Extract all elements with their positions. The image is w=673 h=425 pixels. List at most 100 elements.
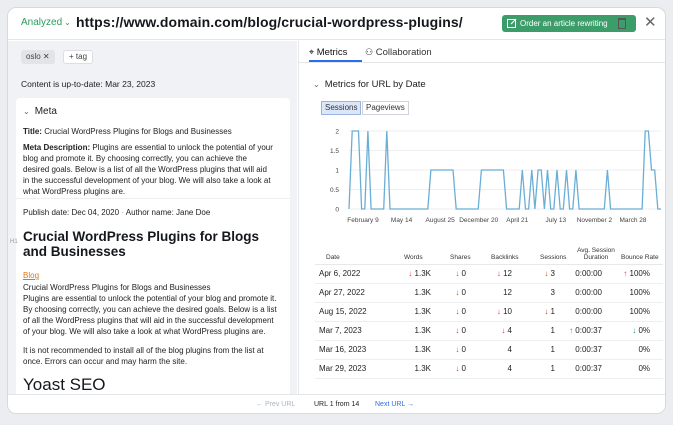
paragraph-line: By choosing correctly, you can achieve t… bbox=[23, 305, 277, 314]
x-tick-label: July 13 bbox=[546, 217, 567, 224]
blog-link[interactable]: Blog bbox=[23, 271, 283, 280]
pageviews-toggle[interactable]: Pageviews bbox=[362, 101, 409, 115]
row-words: 1.3K bbox=[415, 307, 431, 316]
meta-heading: Meta bbox=[34, 106, 57, 117]
meta-desc-label: Meta Description: bbox=[23, 143, 91, 152]
row-date: Mar 7, 2023 bbox=[319, 326, 362, 335]
row-words-value: 1.3K bbox=[414, 288, 431, 297]
row-sessions: ↓ 3 bbox=[544, 269, 555, 278]
article-h2: Yoast SEO bbox=[23, 375, 106, 394]
panel-tabs: ⌖ Metrics ⚇ Collaboration bbox=[299, 41, 665, 63]
row-bounce: 0% bbox=[638, 345, 650, 354]
row-shares: ↓ 0 bbox=[455, 345, 466, 354]
row-backlinks: ↓ 10 bbox=[497, 307, 512, 316]
add-tag-button[interactable]: + tag bbox=[63, 50, 94, 64]
meta-desc-line: Plugins are essential to unlock the pote… bbox=[92, 143, 273, 152]
content-panel: oslo ✕ + tag Content is up-to-date: Mar … bbox=[8, 41, 297, 394]
close-icon[interactable]: ✕ bbox=[644, 15, 657, 30]
article-content: Publish date: Dec 04, 2020 · Author name… bbox=[10, 198, 290, 394]
meta-desc-line: desired goals. Below is a list of all th… bbox=[23, 165, 267, 174]
row-duration-value: 0:00:00 bbox=[575, 269, 602, 278]
tab-collaboration[interactable]: ⚇ Collaboration bbox=[365, 47, 432, 58]
sessions-toggle[interactable]: Sessions bbox=[321, 101, 362, 115]
row-sessions: 1 bbox=[551, 345, 555, 354]
row-words-value: 1.3K bbox=[414, 345, 431, 354]
row-bounce: 0% bbox=[638, 364, 650, 373]
remove-tag-icon[interactable]: ✕ bbox=[43, 52, 50, 61]
row-shares-value: 0 bbox=[461, 345, 466, 354]
row-duration-value: 0:00:37 bbox=[575, 345, 602, 354]
row-duration: ↑ 0:00:37 bbox=[569, 326, 602, 335]
metrics-panel: ⌖ Metrics ⚇ Collaboration ⌄ Metrics for U… bbox=[298, 41, 665, 394]
tab-metrics[interactable]: ⌖ Metrics bbox=[309, 47, 347, 58]
row-date: Mar 29, 2023 bbox=[319, 364, 367, 373]
tab-metrics-label: Metrics bbox=[316, 47, 348, 58]
col-words[interactable]: Words bbox=[404, 254, 423, 261]
row-bounce: ↑ 100% bbox=[623, 269, 650, 278]
meta-toggle[interactable]: ⌄ Meta bbox=[23, 106, 283, 117]
row-words: 1.3K bbox=[415, 288, 431, 297]
row-words: 1.3K bbox=[415, 364, 431, 373]
row-bounce-value: 0% bbox=[638, 364, 650, 373]
row-duration: 0:00:00 bbox=[575, 288, 602, 297]
table-body: Apr 6, 2022 ↓ 1.3K ↓ 0 ↓ 12 ↓ 3 0:00:00 ↑ 100%… bbox=[315, 265, 663, 379]
url-analysis-window: Analyzed ⌄ https://www.domain.com/blog/cr… bbox=[7, 7, 666, 414]
order-button-label: Order an article rewriting bbox=[520, 19, 608, 28]
y-tick-label: 0.5 bbox=[330, 187, 339, 194]
row-bounce-value: 0% bbox=[638, 345, 650, 354]
row-backlinks: ↓ 4 bbox=[501, 326, 512, 335]
row-bounce-value: 100% bbox=[629, 269, 650, 278]
row-sessions-value: 1 bbox=[550, 364, 555, 373]
row-backlinks: 12 bbox=[503, 288, 512, 297]
row-date: Apr 27, 2022 bbox=[319, 288, 365, 297]
status-dropdown[interactable]: Analyzed ⌄ bbox=[21, 17, 71, 28]
prev-url-button[interactable]: ← Prev URL bbox=[256, 401, 295, 408]
row-shares: ↓ 0 bbox=[455, 326, 466, 335]
tag-chip[interactable]: oslo ✕ bbox=[21, 50, 55, 64]
row-backlinks: ↓ 12 bbox=[497, 269, 512, 278]
col-backlinks[interactable]: Backlinks bbox=[491, 254, 518, 261]
col-bounce-rate[interactable]: Bounce Rate bbox=[621, 254, 659, 261]
row-bounce: ↓ 0% bbox=[632, 326, 650, 335]
metrics-section-toggle[interactable]: ⌄ Metrics for URL by Date bbox=[313, 79, 426, 90]
x-tick-label: February 9 bbox=[347, 217, 379, 224]
metrics-table: Date Words Shares Backlinks Sessions Avg… bbox=[315, 247, 663, 379]
row-sessions-value: 1 bbox=[550, 307, 555, 316]
x-tick-label: December 20 bbox=[459, 217, 498, 224]
y-tick-label: 1.5 bbox=[330, 148, 339, 155]
row-duration: 0:00:37 bbox=[575, 345, 602, 354]
h1-marker: H1 bbox=[10, 239, 18, 245]
row-backlinks-value: 10 bbox=[503, 307, 512, 316]
delete-icon[interactable] bbox=[618, 18, 626, 29]
paragraph-line: Plugins are essential to unlock the pote… bbox=[23, 294, 277, 303]
row-date: Mar 16, 2023 bbox=[319, 345, 367, 354]
paragraph-line: of your blog. We will also take a look a… bbox=[23, 327, 266, 336]
row-duration-value: 0:00:00 bbox=[575, 288, 602, 297]
order-rewriting-button[interactable]: Order an article rewriting bbox=[502, 15, 636, 32]
content-status-label: Content is up-to-date: bbox=[21, 79, 103, 89]
col-shares[interactable]: Shares bbox=[450, 254, 471, 261]
pager: ← Prev URL URL 1 from 14 Next URL → bbox=[8, 394, 665, 413]
paragraph-line: of all the WordPress plugins that will a… bbox=[23, 316, 274, 325]
row-sessions-value: 1 bbox=[550, 326, 555, 335]
row-words: 1.3K bbox=[415, 345, 431, 354]
table-row: Apr 6, 2022 ↓ 1.3K ↓ 0 ↓ 12 ↓ 3 0:00:00 ↑ 100% bbox=[315, 265, 663, 284]
y-tick-label: 0 bbox=[335, 207, 339, 214]
meta-title-label: Title: bbox=[23, 127, 42, 136]
col-avg-duration[interactable]: Avg. Session Duration bbox=[576, 247, 616, 261]
col-date[interactable]: Date bbox=[326, 254, 340, 261]
row-shares-value: 0 bbox=[461, 307, 466, 316]
meta-section: ⌄ Meta Title: Crucial WordPress Plugins f… bbox=[16, 98, 290, 200]
row-backlinks: 4 bbox=[508, 364, 512, 373]
row-backlinks-value: 12 bbox=[503, 269, 512, 278]
paragraph-line: once. Errors can occur and may harm the … bbox=[23, 357, 188, 366]
row-backlinks-value: 4 bbox=[507, 364, 512, 373]
col-sessions[interactable]: Sessions bbox=[540, 254, 566, 261]
row-duration-value: 0:00:00 bbox=[575, 307, 602, 316]
meta-description: Meta Description: Plugins are essential … bbox=[23, 142, 283, 197]
table-row: Aug 15, 2022 1.3K ↓ 0 ↓ 10 ↓ 1 0:00:00 100% bbox=[315, 303, 663, 322]
row-words-value: 1.3K bbox=[414, 364, 431, 373]
row-sessions: ↓ 1 bbox=[544, 307, 555, 316]
next-url-button[interactable]: Next URL → bbox=[375, 401, 414, 408]
row-sessions: 1 bbox=[551, 326, 555, 335]
